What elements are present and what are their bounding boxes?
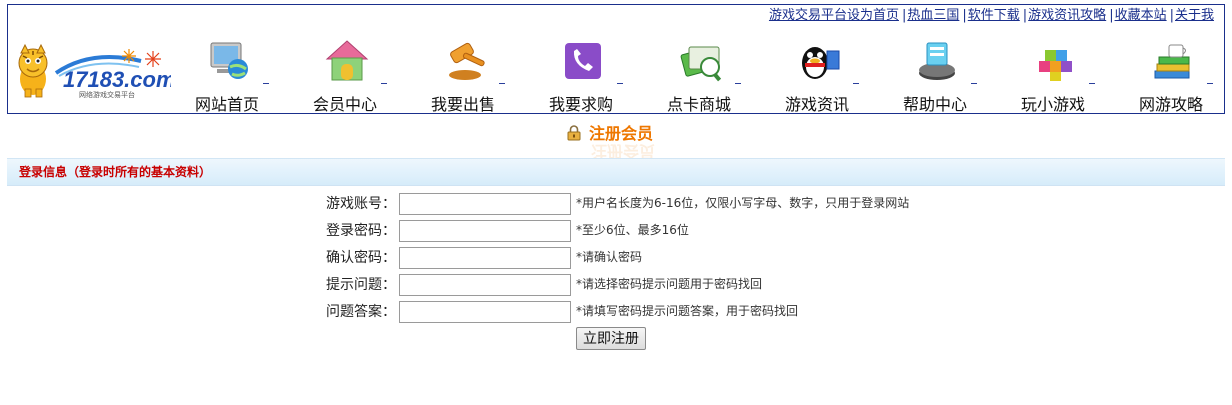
- nav-label: 网站首页: [194, 95, 259, 114]
- section-bar: 登录信息（登录时所有的基本资料）: [7, 158, 1225, 186]
- computer-globe-icon: [210, 42, 248, 79]
- books-icon: [1154, 44, 1190, 79]
- field-label: 登录密码：: [326, 223, 396, 239]
- top-link-set-homepage[interactable]: 游戏交易平台设为首页: [769, 8, 899, 23]
- nav-label: 玩小游戏: [1020, 95, 1085, 114]
- auction-hammer-icon: [449, 42, 485, 80]
- password-input[interactable]: [399, 220, 571, 242]
- nav-label: 网游攻略: [1138, 95, 1203, 114]
- security-question-input[interactable]: [399, 274, 571, 296]
- lock-icon: [567, 125, 581, 141]
- logo-text: 17183.com: [63, 67, 171, 92]
- field-label: 提示问题：: [326, 277, 396, 293]
- nav-mini-games[interactable]: 玩小游戏: [1009, 35, 1097, 115]
- logo-tagline: 网络游戏交易平台: [79, 90, 135, 99]
- nav-label: 我要出售: [430, 95, 495, 114]
- page-title-text: 注册会员: [589, 124, 654, 143]
- phone-icon: [565, 43, 601, 79]
- field-hint: *请确认密码: [576, 250, 643, 264]
- field-hint: *用户名长度为6-16位，仅限小写字母、数字，只用于登录网站: [576, 196, 910, 210]
- house-icon: [325, 40, 369, 81]
- tiger-mascot-icon: [18, 43, 48, 98]
- cubes-icon: [1039, 50, 1072, 81]
- nav-label: 点卡商城: [666, 95, 731, 114]
- security-answer-input[interactable]: [399, 301, 571, 323]
- confirm-password-input[interactable]: [399, 247, 571, 269]
- field-hint: *请填写密码提示问题答案，用于密码找回: [576, 304, 799, 318]
- nav-card-mall[interactable]: 点卡商城: [655, 35, 743, 115]
- section-title: 登录信息（登录时所有的基本资料）: [19, 165, 212, 179]
- form-row-answer: 问题答案：: [290, 300, 396, 324]
- form-row-question: 提示问题：: [290, 273, 396, 297]
- field-label: 游戏账号：: [326, 196, 396, 212]
- form-row-account: 游戏账号：: [290, 192, 396, 216]
- top-link-bookmark[interactable]: 收藏本站: [1115, 8, 1167, 23]
- form-row-confirm-password: 确认密码：: [290, 246, 396, 270]
- nav-sell[interactable]: 我要出售: [419, 35, 507, 115]
- nav-help-center[interactable]: 帮助中心: [891, 35, 979, 115]
- nav-label: 游戏资讯: [784, 95, 849, 114]
- help-device-icon: [919, 42, 955, 80]
- account-input[interactable]: [399, 193, 571, 215]
- nav-buy[interactable]: 我要求购: [537, 35, 625, 115]
- nav-home[interactable]: 网站首页: [183, 35, 271, 115]
- nav-label: 会员中心: [312, 95, 377, 114]
- card-icon: [680, 46, 722, 82]
- page-title-reflection: 注册会员: [591, 142, 656, 161]
- header-frame: 游戏交易平台设为首页 |热血三国 |软件下载 |游戏资讯攻略 |收藏本站 |关于我 171…: [7, 4, 1225, 114]
- top-link-about[interactable]: 关于我: [1175, 8, 1214, 23]
- nav-member-center[interactable]: 会员中心: [301, 35, 389, 115]
- top-link-rexue-sanguo[interactable]: 热血三国: [907, 8, 959, 23]
- top-link-software-download[interactable]: 软件下载: [968, 8, 1020, 23]
- nav-game-news[interactable]: 游戏资讯: [773, 35, 861, 115]
- field-hint: *请选择密码提示问题用于密码找回: [576, 277, 763, 291]
- site-logo[interactable]: 17183.com 网络游戏交易平台: [11, 43, 171, 101]
- top-link-game-news[interactable]: 游戏资讯攻略: [1028, 8, 1106, 23]
- field-label: 确认密码：: [326, 250, 396, 266]
- nav-game-guides[interactable]: 网游攻略: [1127, 35, 1215, 115]
- top-links: 游戏交易平台设为首页 |热血三国 |软件下载 |游戏资讯攻略 |收藏本站 |关于我: [768, 8, 1214, 23]
- form-row-password: 登录密码：: [290, 219, 396, 243]
- nav-label: 帮助中心: [902, 95, 967, 114]
- field-label: 问题答案：: [326, 304, 396, 320]
- qq-penguin-icon: [802, 47, 840, 79]
- register-button[interactable]: 立即注册: [576, 327, 646, 350]
- field-hint: *至少6位、最多16位: [576, 223, 689, 237]
- nav-label: 我要求购: [548, 95, 613, 114]
